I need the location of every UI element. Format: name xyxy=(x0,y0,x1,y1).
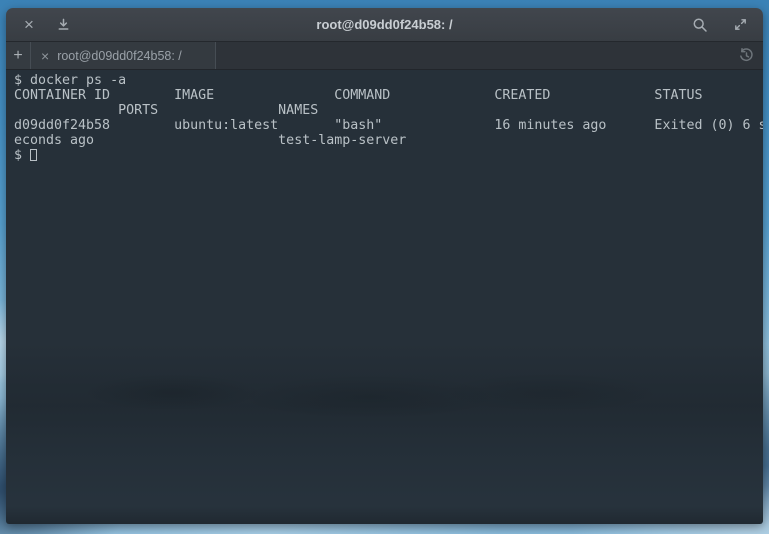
close-icon: × xyxy=(24,16,34,33)
window-title: root@d09dd0f24b58: / xyxy=(6,17,763,32)
search-icon xyxy=(692,17,708,33)
tab-close-icon[interactable]: × xyxy=(41,49,49,63)
plus-icon: + xyxy=(13,47,22,65)
history-button[interactable] xyxy=(729,42,763,69)
terminal-window: root@d09dd0f24b58: / × xyxy=(6,8,763,524)
fullscreen-button[interactable] xyxy=(727,12,753,38)
terminal-line-container-row: d09dd0f24b58 ubuntu:latest "bash" 16 min… xyxy=(14,118,763,133)
download-icon xyxy=(56,17,71,32)
tabbar-spacer xyxy=(216,42,729,69)
download-button[interactable] xyxy=(50,12,76,38)
terminal-screen[interactable]: $ docker ps -a CONTAINER ID IMAGE COMMAN… xyxy=(6,70,763,524)
new-tab-button[interactable]: + xyxy=(6,42,31,69)
search-button[interactable] xyxy=(687,12,713,38)
history-icon xyxy=(738,47,755,64)
terminal-line-header-2: PORTS NAMES xyxy=(14,103,763,118)
terminal-line-command: $ docker ps -a xyxy=(14,73,763,88)
tab-bar: + × root@d09dd0f24b58: / xyxy=(6,42,763,70)
terminal-prompt-line: $ xyxy=(14,148,763,163)
prompt: $ xyxy=(14,148,30,163)
terminal-cursor xyxy=(30,149,37,161)
close-window-button[interactable]: × xyxy=(16,12,42,38)
terminal-line-container-row-wrap: econds ago test-lamp-server xyxy=(14,133,763,148)
fullscreen-icon xyxy=(733,17,748,32)
tab-root-session[interactable]: × root@d09dd0f24b58: / xyxy=(31,42,216,69)
tab-title: root@d09dd0f24b58: / xyxy=(57,49,182,63)
terminal-line-header-1: CONTAINER ID IMAGE COMMAND CREATED STATU… xyxy=(14,88,763,103)
titlebar: root@d09dd0f24b58: / × xyxy=(6,8,763,42)
